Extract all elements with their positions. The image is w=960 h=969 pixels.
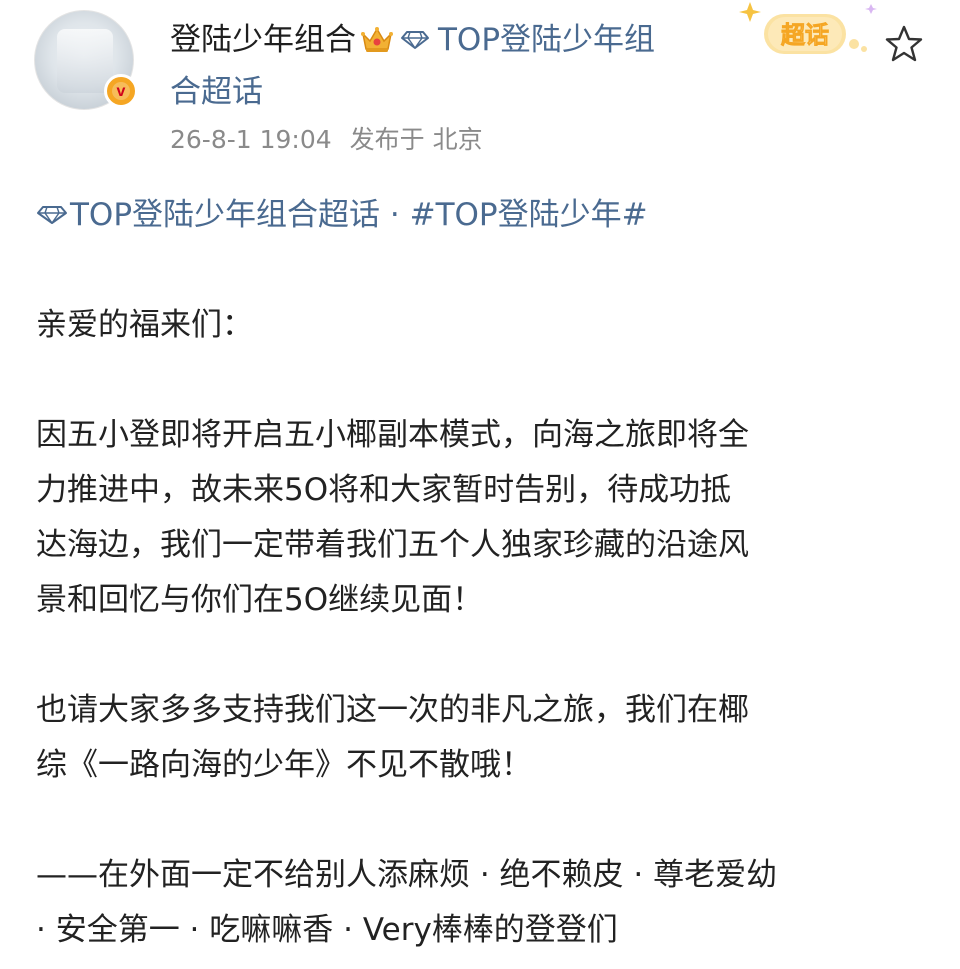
chaohua-badge-label: 超话	[781, 21, 829, 49]
paragraph-1-line: 力推进中，故未来5O将和大家暂时告别，待成功抵	[36, 472, 732, 508]
timestamp: 26-8-1 19:04	[170, 125, 332, 154]
topic-link-continued[interactable]: 合超话	[170, 74, 263, 110]
username[interactable]: 登陆少年组合	[170, 22, 356, 58]
crown-icon	[360, 18, 394, 52]
avatar-wrap[interactable]: v	[34, 10, 138, 110]
topic-link[interactable]: TOP登陆少年组	[438, 22, 655, 58]
hashtag-link[interactable]: #TOP登陆少年#	[410, 197, 648, 233]
post-header: 登陆少年组合 TOP登陆少年组 合超话	[170, 14, 750, 118]
greeting: 亲爱的福来们：	[36, 307, 253, 343]
diamond-icon	[36, 188, 68, 224]
chaohua-badge[interactable]: 超话	[736, 0, 886, 62]
topic-separator: ·	[380, 197, 410, 233]
name-line: 登陆少年组合 TOP登陆少年组	[170, 14, 750, 66]
verified-badge-letter: v	[117, 83, 126, 100]
paragraph-2-line: 综《一路向海的少年》不见不散哦！	[36, 747, 532, 783]
name-line-2: 合超话	[170, 66, 750, 118]
paragraph-1-line: 达海边，我们一定带着我们五个人独家珍藏的沿途风	[36, 527, 749, 563]
favorite-star-icon[interactable]	[884, 24, 924, 64]
location: 发布于 北京	[349, 125, 483, 154]
closing-line: ——在外面一定不给别人添麻烦 · 绝不赖皮 · 尊老爱幼	[36, 857, 778, 893]
diamond-icon	[400, 14, 430, 49]
closing-line: · 安全第一 · 吃嘛嘛香 · Very棒棒的登登们	[36, 912, 618, 948]
post-meta: 26-8-1 19:04 发布于 北京	[170, 120, 483, 156]
topic-link[interactable]: TOP登陆少年组合超话	[70, 197, 380, 233]
paragraph-2-line: 也请大家多多支持我们这一次的非凡之旅，我们在椰	[36, 692, 749, 728]
paragraph-1-line: 景和回忆与你们在5O继续见面！	[36, 582, 484, 618]
verified-badge-icon: v	[104, 74, 138, 108]
topic-tagline: TOP登陆少年组合超话 · #TOP登陆少年#	[36, 188, 926, 243]
paragraph-1-line: 因五小登即将开启五小椰副本模式，向海之旅即将全	[36, 417, 749, 453]
post-content: TOP登陆少年组合超话 · #TOP登陆少年# 亲爱的福来们： 因五小登即将开启…	[36, 188, 926, 958]
